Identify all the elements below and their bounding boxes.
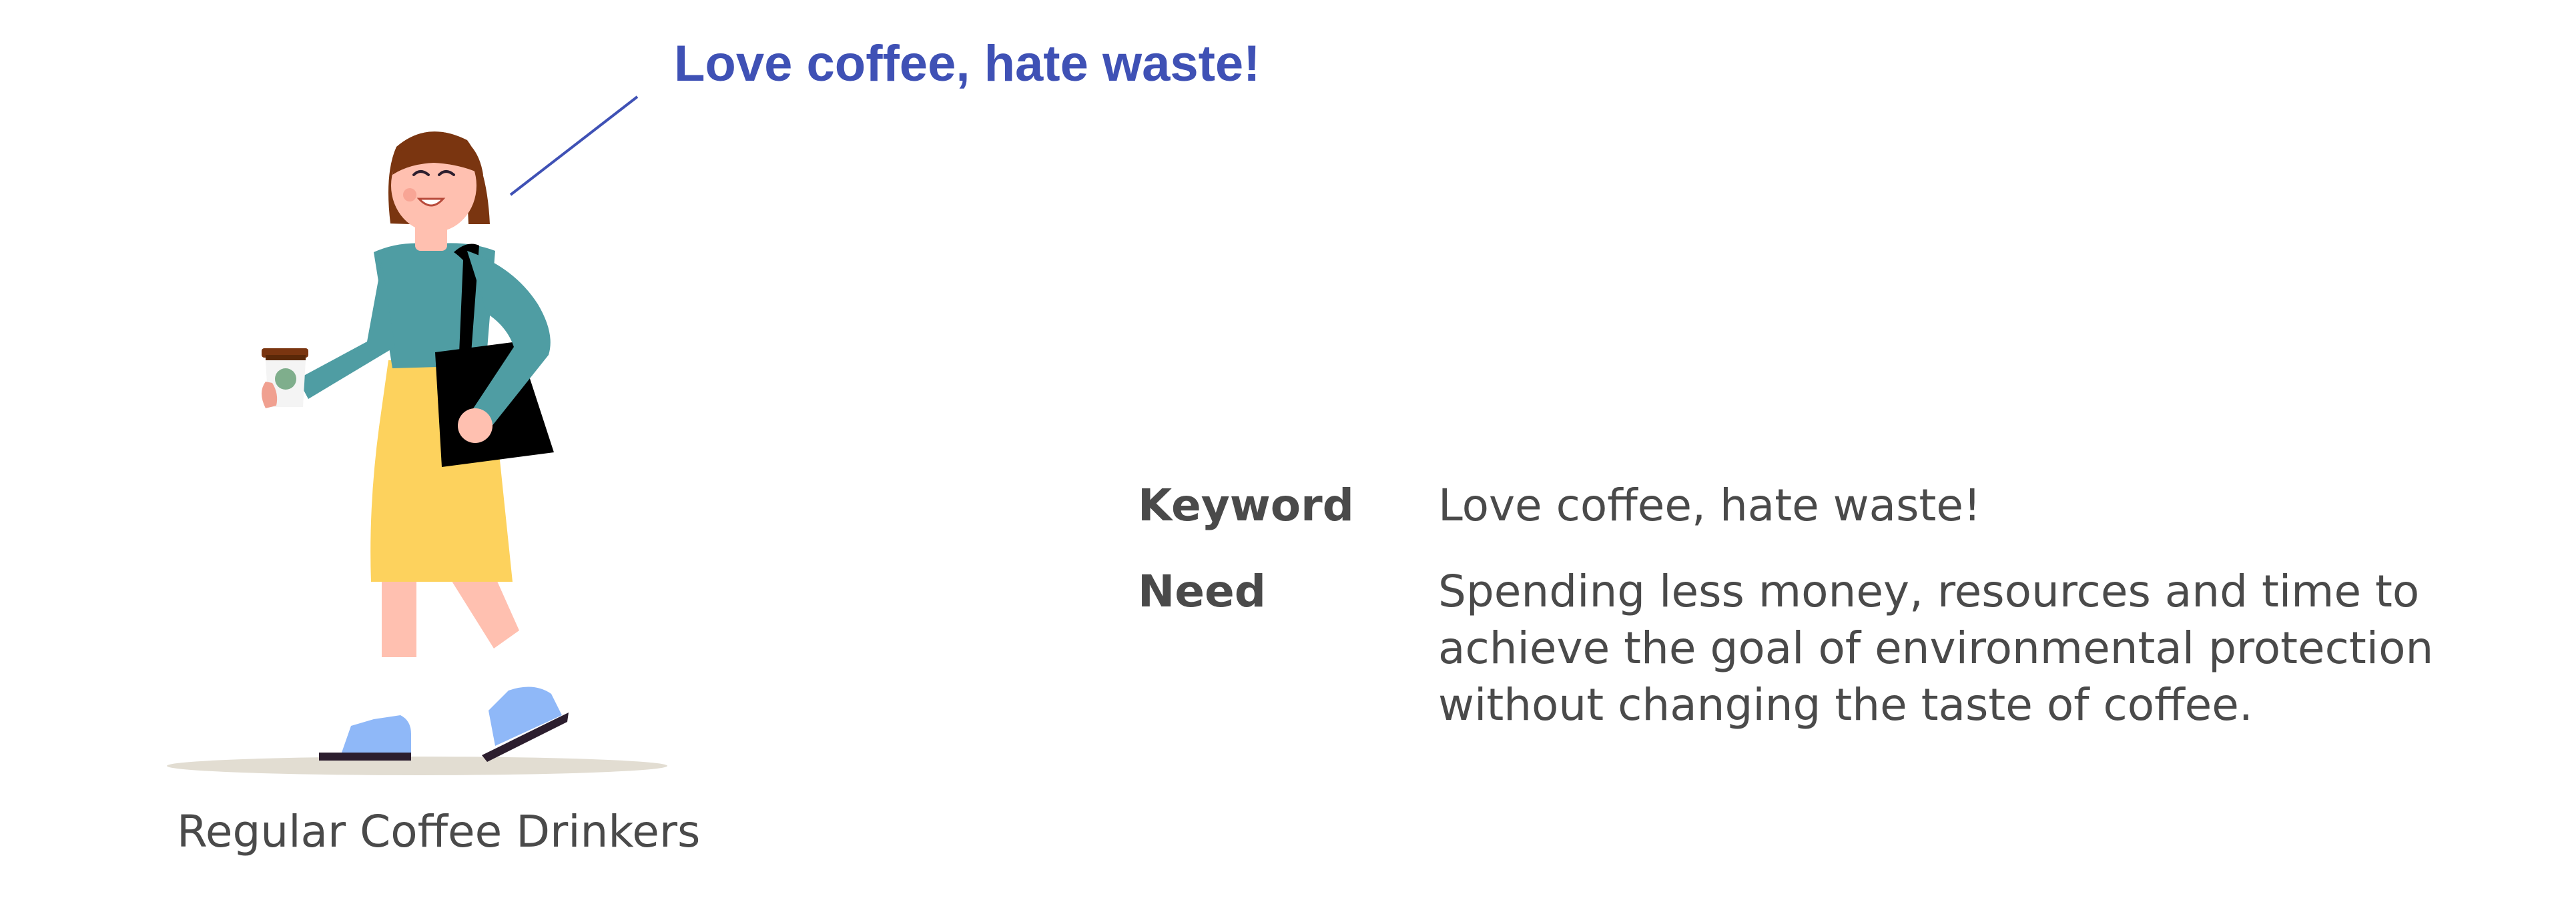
right-hand — [458, 408, 493, 443]
persona-details: Keyword Love coffee, hate waste! Need Sp… — [1138, 477, 2473, 733]
speech-quote: Love coffee, hate waste! — [674, 35, 1261, 92]
ear — [452, 183, 474, 204]
front-shoe — [319, 715, 411, 761]
back-leg — [447, 574, 519, 648]
left-cheek — [403, 188, 416, 201]
left-arm — [298, 262, 395, 399]
keyword-row: Keyword Love coffee, hate waste! — [1138, 477, 2473, 534]
keyword-label: Keyword — [1138, 480, 1354, 531]
coffee-cup-icon — [262, 348, 308, 408]
back-shoe — [482, 687, 569, 762]
persona-illustration — [167, 95, 667, 775]
need-value: Spending less money, resources and time … — [1438, 566, 2434, 731]
need-row: Need Spending less money, resources and … — [1138, 563, 2473, 733]
need-label: Need — [1138, 566, 1267, 617]
ground-shadow — [167, 757, 667, 775]
woman-figure — [262, 131, 569, 762]
keyword-value: Love coffee, hate waste! — [1438, 480, 1981, 531]
front-leg — [382, 574, 416, 657]
speech-pointer-line — [509, 95, 639, 196]
persona-caption: Regular Coffee Drinkers — [177, 806, 701, 857]
